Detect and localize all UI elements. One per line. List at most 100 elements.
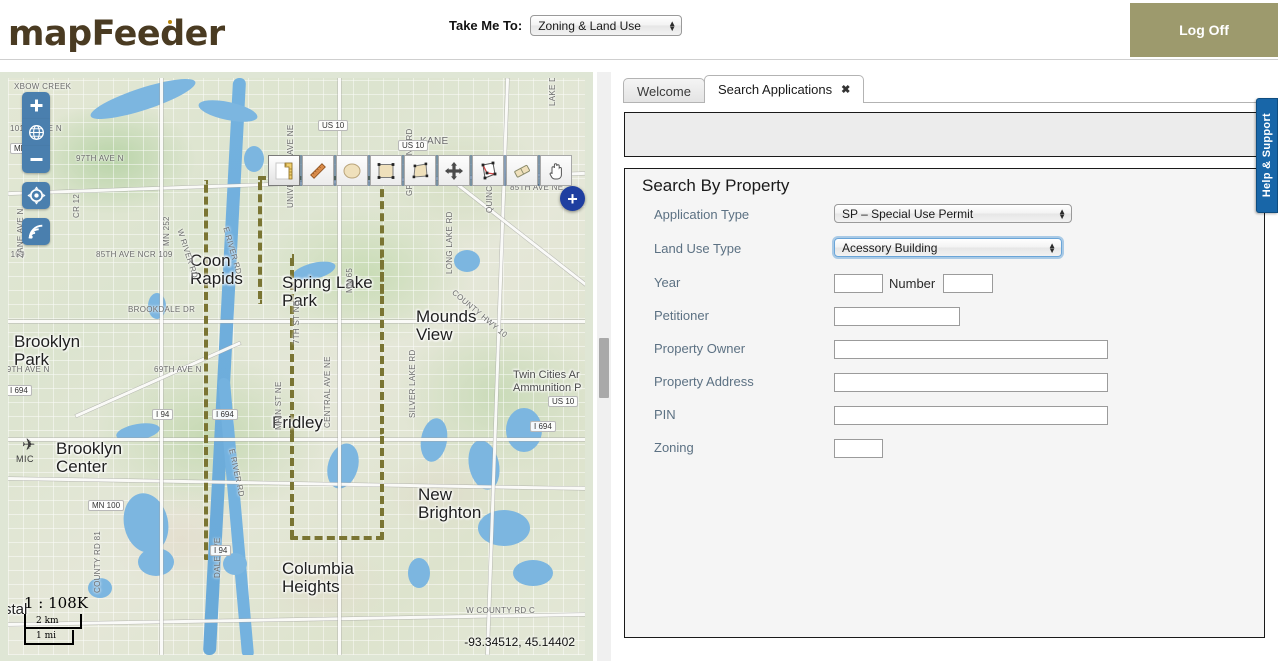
take-me-to-select-holder: Zoning & Land Use ▲ ▼ [530, 15, 683, 36]
land-use-type-select[interactable]: Acessory Building [834, 238, 1062, 257]
map-street-label: MAIN ST NE [274, 381, 283, 430]
map-route-shield: I 694 [212, 409, 238, 420]
petitioner-label: Petitioner [654, 308, 709, 323]
map-lake [513, 560, 553, 586]
map-street-label: CENTRAL AVE NE [323, 356, 332, 428]
form-row-petitioner: Petitioner [625, 304, 1264, 337]
map-scale-bar: 1 : 108K 2 km 1 mi [24, 594, 88, 645]
logo-accent-dot [168, 20, 172, 24]
draw-rectangle-tool-icon[interactable] [370, 155, 402, 186]
property-address-input[interactable] [834, 373, 1108, 392]
zoning-label: Zoning [654, 440, 694, 455]
map-scale-km: 2 km [36, 616, 59, 626]
tab-search-applications[interactable]: Search Applications ✖ [703, 75, 865, 103]
map-street-label: COUNTY RD 81 [93, 530, 102, 593]
map-route-shield: I 94 [210, 545, 232, 556]
pan-arrows-tool-icon[interactable] [438, 155, 470, 186]
tab-welcome[interactable]: Welcome [623, 78, 705, 103]
map-lake [138, 548, 174, 576]
map-street-label: CR 12 [72, 193, 81, 218]
map-street-label: BROOKDALE DR [128, 305, 196, 314]
zoom-in-button[interactable] [22, 92, 50, 119]
panel-splitter-scrollbar[interactable] [597, 72, 611, 661]
number-label: Number [889, 276, 936, 291]
property-address-label: Property Address [654, 374, 754, 389]
draw-polygon-tool-icon[interactable] [404, 155, 436, 186]
app-header: mapFeeder Take Me To: Zoning & Land Use … [0, 0, 1278, 60]
form-action-toolbar [624, 112, 1265, 157]
ruler-tool-icon[interactable] [302, 155, 334, 186]
map-panel[interactable]: Coon Rapids Spring Lake Park Mounds View… [0, 72, 593, 661]
map-street-label: 97TH AVE N [76, 154, 124, 163]
form-title: Search By Property [642, 176, 790, 195]
content-panel: Welcome Search Applications ✖ View Resul… [611, 72, 1278, 661]
application-type-select-holder: SP – Special Use Permit ▲ ▼ [834, 204, 1072, 223]
crosshair-locate-icon[interactable] [22, 182, 50, 209]
land-use-type-select-holder: Acessory Building ▲ ▼ [834, 238, 1062, 257]
globe-icon[interactable] [22, 119, 50, 146]
map-street-label: MN 252 [162, 216, 171, 246]
map-street-label: LAKE DR [548, 78, 557, 106]
airport-label: MIC [16, 454, 34, 464]
form-row-zoning: Zoning [625, 436, 1264, 469]
number-input[interactable] [943, 274, 993, 293]
map-street-label: XBOW CREEK [14, 82, 72, 91]
tab-welcome-label: Welcome [637, 83, 691, 99]
zoning-input[interactable] [834, 439, 883, 458]
take-me-to-group: Take Me To: Zoning & Land Use ▲ ▼ [449, 15, 683, 36]
map-street-label: LONG LAKE RD [445, 211, 454, 274]
petitioner-input[interactable] [834, 307, 960, 326]
land-use-type-label: Land Use Type [654, 241, 742, 256]
map-street-label: MN 65 [345, 267, 354, 293]
map-boundary-south [290, 430, 384, 540]
map-coordinates-readout: -93.34512, 45.14402 [464, 635, 575, 649]
measure-tool-icon[interactable] [268, 155, 300, 186]
year-label: Year [654, 275, 681, 290]
tab-bar: Welcome Search Applications ✖ [623, 75, 865, 103]
map-route-shield: US 10 [318, 120, 349, 131]
map-route-shield: I 694 [8, 385, 32, 396]
map-route-shield: US 10 [398, 140, 429, 151]
map-controls [22, 92, 50, 247]
property-owner-input[interactable] [834, 340, 1108, 359]
map-lake [408, 558, 430, 588]
map-route-shield: MN 100 [88, 500, 125, 511]
map-route-shield: US 10 [548, 396, 579, 407]
map-add-button[interactable]: + [560, 186, 585, 211]
zoom-out-button[interactable] [22, 146, 50, 173]
map-lake [244, 146, 264, 172]
map-scale-graphic: 2 km 1 mi [24, 614, 82, 645]
eraser-tool-icon[interactable] [506, 155, 538, 186]
form-row-property-owner: Property Owner [625, 337, 1264, 370]
form-row-land-use-type: Land Use Type Acessory Building ▲ ▼ [625, 237, 1264, 270]
map-route-shield: I 694 [530, 421, 556, 432]
application-type-label: Application Type [654, 207, 750, 222]
help-and-support-tab[interactable]: Help & Support [1256, 98, 1278, 213]
map-scale-text: 1 : 108K [24, 594, 88, 612]
app-logo: mapFeeder [8, 14, 225, 54]
map-street-label: 85TH AVE NCR 109 [96, 250, 173, 259]
map-lake [478, 510, 530, 546]
form-row-year-number: Year Number [625, 271, 1264, 304]
pin-input[interactable] [834, 406, 1108, 425]
help-and-support-label: Help & Support [1261, 113, 1273, 198]
log-off-button[interactable]: Log Off [1130, 3, 1278, 57]
close-icon[interactable]: ✖ [841, 83, 850, 96]
map-street-label: W COUNTY RD C [466, 606, 536, 615]
hand-tool-icon[interactable] [540, 155, 572, 186]
application-type-select[interactable]: SP – Special Use Permit [834, 204, 1072, 223]
take-me-to-select[interactable]: Zoning & Land Use [530, 15, 683, 36]
map-route-shield: I 94 [152, 409, 174, 420]
map-street-label: 7TH ST NE [292, 300, 301, 344]
scrollbar-thumb[interactable] [599, 338, 609, 398]
form-row-application-type: Application Type SP – Special Use Permit… [625, 203, 1264, 236]
year-input[interactable] [834, 274, 883, 293]
map-scale-mi: 1 mi [36, 631, 56, 641]
edit-vertices-tool-icon[interactable] [472, 155, 504, 186]
feed-layers-icon[interactable] [22, 218, 50, 245]
map-street-label: 69TH AVE N [8, 365, 50, 374]
property-owner-label: Property Owner [654, 341, 746, 356]
map-boundary-mid [290, 254, 384, 434]
map-street-label: SILVER LAKE RD [408, 349, 417, 418]
draw-circle-tool-icon[interactable] [336, 155, 368, 186]
